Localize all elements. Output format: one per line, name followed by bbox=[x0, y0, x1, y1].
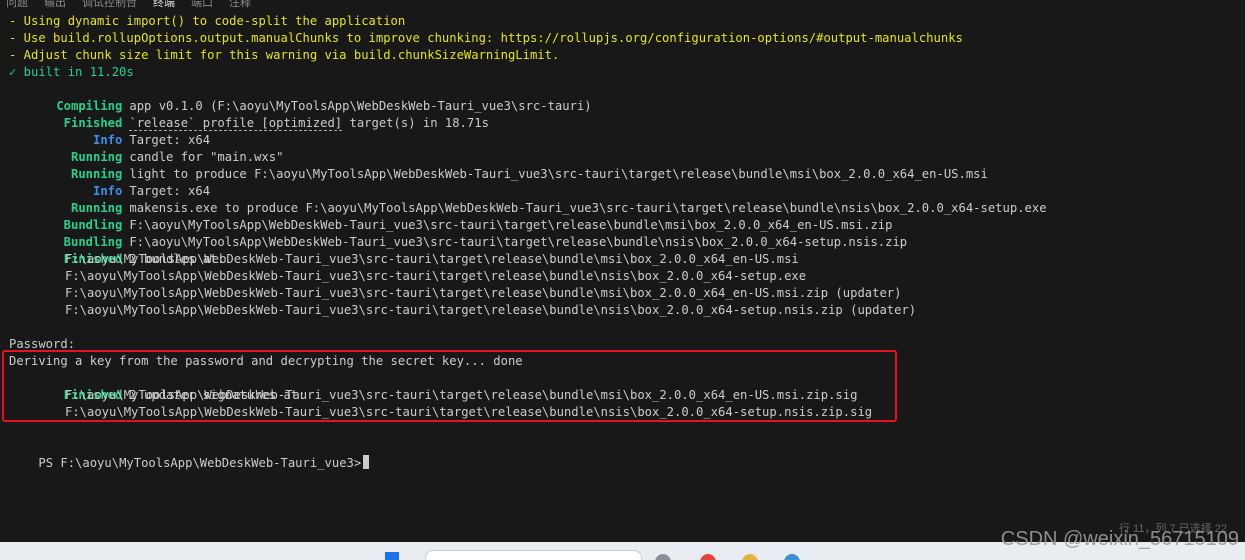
bundle-path: F:\aoyu\MyToolsApp\WebDeskWeb-Tauri_vue3… bbox=[65, 269, 807, 283]
bundle-path: F:\aoyu\MyToolsApp\WebDeskWeb-Tauri_vue3… bbox=[65, 286, 902, 300]
terminal-line-built: ✓ built in 11.20s bbox=[9, 65, 134, 79]
highlight-annotation-box bbox=[2, 350, 897, 422]
terminal-prompt-line[interactable]: PS F:\aoyu\MyToolsApp\WebDeskWeb-Tauri_v… bbox=[0, 438, 1245, 470]
terminal-line-finished: Finished `release` profile [optimized] ta… bbox=[0, 98, 1245, 131]
taskbar-app-icon[interactable] bbox=[655, 554, 671, 560]
taskbar-app-icon[interactable] bbox=[700, 554, 716, 560]
panel-tab-bar: 问题 输出 调试控制台 终端 端口 注释 bbox=[0, 0, 1245, 9]
watermark-text: CSDN @weixin_56715109 bbox=[1000, 528, 1239, 550]
terminal-line-running: Running candle for "main.wxs" bbox=[0, 132, 1245, 164]
tab-terminal[interactable]: 终端 bbox=[153, 0, 175, 9]
tab-debug-console[interactable]: 调试控制台 bbox=[82, 0, 137, 9]
bundle-path: F:\aoyu\MyToolsApp\WebDeskWeb-Tauri_vue3… bbox=[65, 252, 799, 266]
terminal-line-compiling: Compiling app v0.1.0 (F:\aoyu\MyToolsApp\… bbox=[0, 81, 1245, 113]
tab-comments[interactable]: 注释 bbox=[229, 0, 251, 9]
taskbar-search[interactable] bbox=[425, 550, 642, 560]
taskbar-app-icon[interactable] bbox=[784, 554, 800, 560]
terminal-line-info: Info Target: x64 bbox=[0, 166, 1245, 198]
terminal-cursor bbox=[363, 455, 370, 469]
terminal-line-warn: - Adjust chunk size limit for this warni… bbox=[9, 48, 560, 62]
tab-ports[interactable]: 端口 bbox=[191, 0, 213, 9]
shell-prompt: PS F:\aoyu\MyToolsApp\WebDeskWeb-Tauri_v… bbox=[38, 456, 362, 470]
taskbar-app-icon[interactable] bbox=[742, 554, 758, 560]
terminal-line-warn: - Use build.rollupOptions.output.manualC… bbox=[9, 31, 963, 45]
panel-tabs: 问题 输出 调试控制台 终端 端口 注释 bbox=[6, 0, 251, 9]
terminal-line-info: Info Target: x64 bbox=[0, 115, 1245, 147]
terminal-line-finished: Finished 2 bundles at: bbox=[0, 234, 1245, 266]
terminal-line-running: Running light to produce F:\aoyu\MyToolsA… bbox=[0, 149, 1245, 181]
terminal-line-bundling: Bundling F:\aoyu\MyToolsApp\WebDeskWeb-Ta… bbox=[0, 200, 1245, 232]
tab-output[interactable]: 输出 bbox=[44, 0, 66, 9]
windows-start-icon[interactable] bbox=[385, 552, 399, 560]
terminal-line-running: Running makensis.exe to produce F:\aoyu\M… bbox=[0, 183, 1245, 215]
terminal-line-bundling: Bundling F:\aoyu\MyToolsApp\WebDeskWeb-Ta… bbox=[0, 217, 1245, 249]
tab-problems[interactable]: 问题 bbox=[6, 0, 28, 9]
terminal-line-warn: - Using dynamic import() to code-split t… bbox=[9, 14, 406, 28]
bundle-path: F:\aoyu\MyToolsApp\WebDeskWeb-Tauri_vue3… bbox=[65, 303, 917, 317]
